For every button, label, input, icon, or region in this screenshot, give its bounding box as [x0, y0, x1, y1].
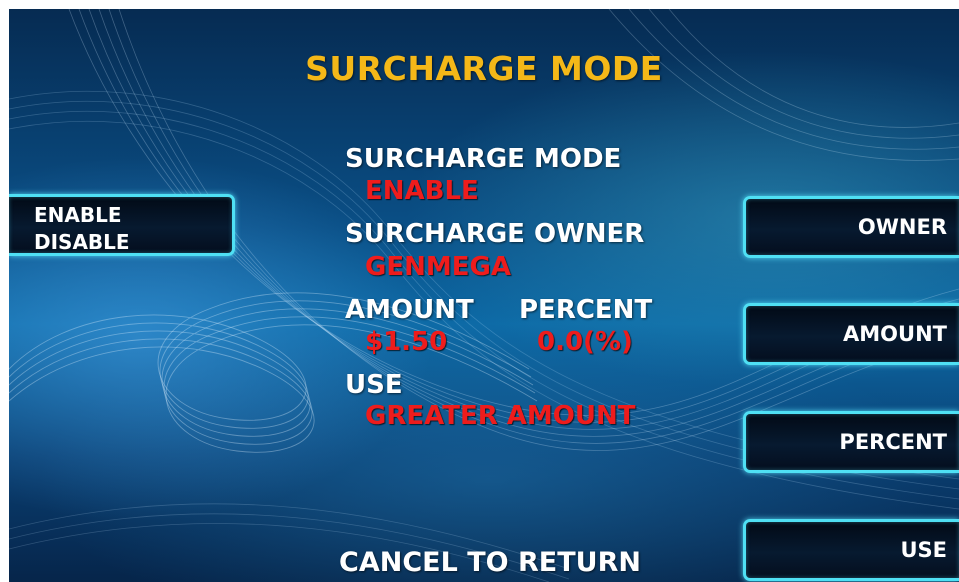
- percent-label: PERCENT: [519, 295, 653, 325]
- surcharge-mode-value: ENABLE: [365, 176, 479, 206]
- percent-value: 0.0(%): [537, 327, 633, 357]
- enable-disable-button[interactable]: ENABLE DISABLE: [9, 194, 235, 256]
- amount-label: AMOUNT: [345, 295, 474, 325]
- percent-button[interactable]: PERCENT: [743, 411, 959, 473]
- use-value: GREATER AMOUNT: [365, 401, 636, 431]
- surcharge-owner-value: GENMEGA: [365, 252, 511, 282]
- surcharge-owner-label: SURCHARGE OWNER: [345, 219, 645, 249]
- use-label: USE: [345, 370, 403, 400]
- amount-value: $1.50: [365, 327, 448, 357]
- enable-label: ENABLE: [34, 203, 122, 227]
- owner-button[interactable]: OWNER: [743, 196, 959, 258]
- atm-screen: SURCHARGE MODE SURCHARGE MODE ENABLE SUR…: [9, 9, 959, 582]
- amount-button[interactable]: AMOUNT: [743, 303, 959, 365]
- surcharge-mode-label: SURCHARGE MODE: [345, 144, 622, 174]
- screen-title: SURCHARGE MODE: [305, 49, 663, 88]
- background-swirl: [9, 9, 959, 582]
- disable-label: DISABLE: [34, 230, 130, 254]
- cancel-instruction: CANCEL TO RETURN: [339, 547, 641, 578]
